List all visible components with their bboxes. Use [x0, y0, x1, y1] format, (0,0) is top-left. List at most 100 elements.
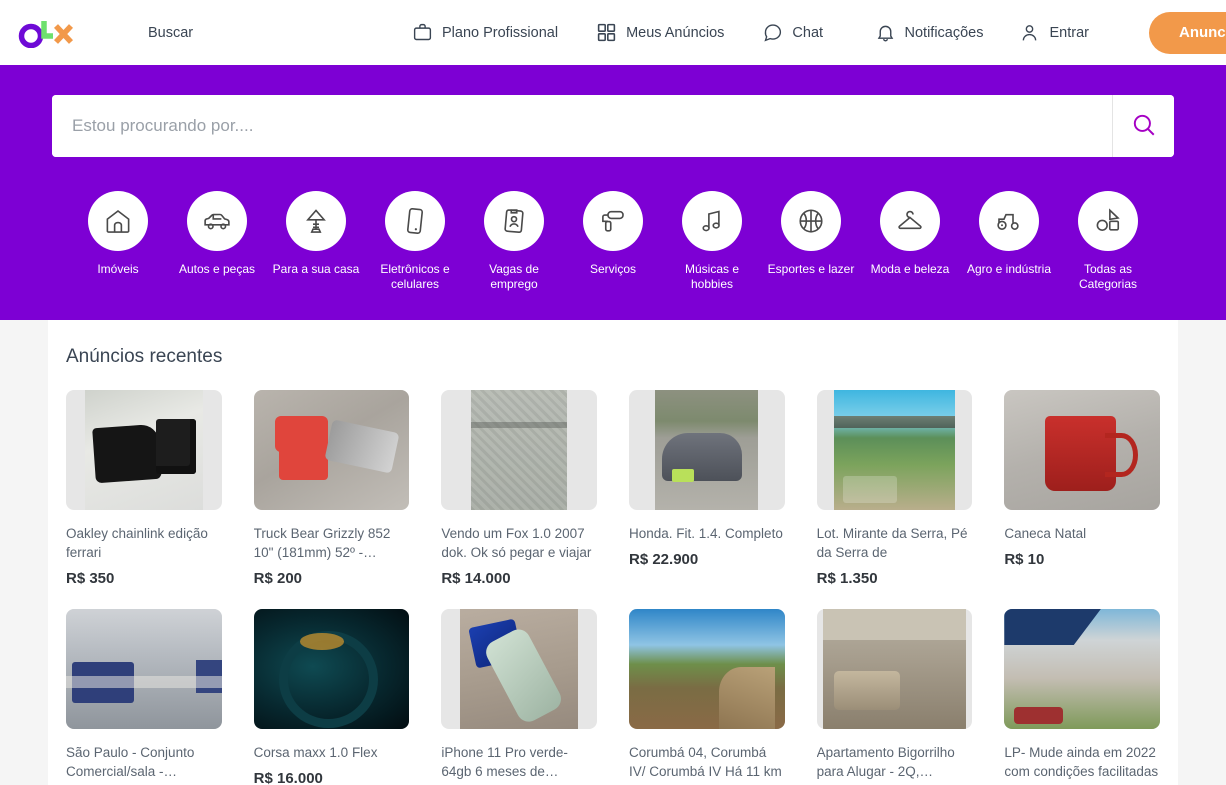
listing-title: iPhone 11 Pro verde-64gb 6 meses de… [441, 745, 568, 779]
listing-title: Vendo um Fox 1.0 2007 dok. Ok só pegar e… [441, 526, 592, 560]
listing-card[interactable]: Corsa maxx 1.0 Flex R$ 16.000 [253, 609, 410, 785]
search-input[interactable] [52, 95, 1112, 157]
house-icon [88, 191, 148, 251]
hanger-icon [880, 191, 940, 251]
nav-item-notificacoes[interactable]: Notificações [875, 22, 984, 43]
listing-title: Corumbá 04, Corumbá IV/ Corumbá IV Há 11… [629, 745, 782, 779]
category-label: Autos e peças [178, 262, 256, 276]
category-item-casa[interactable]: Para a sua casa [267, 191, 366, 292]
listing-title: LP- Mude ainda em 2022 com condições fac… [1004, 745, 1159, 779]
user-icon [1019, 22, 1040, 43]
nav-buscar[interactable]: Buscar [148, 25, 193, 41]
listing-price: R$ 16.000 [253, 770, 323, 785]
listing-card[interactable]: Apartamento Bigorrilho para Alugar - 2Q,… [816, 609, 973, 785]
category-label: Agro e indústria [966, 262, 1052, 276]
listing-card[interactable]: LP- Mude ainda em 2022 com condições fac… [1004, 609, 1160, 785]
listing-price: R$ 1.350 [816, 570, 878, 587]
anunciar-button[interactable]: Anunciar [1148, 11, 1226, 54]
listing-card[interactable]: Oakley chainlink edição ferrari R$ 350 [66, 390, 222, 587]
listing-image [66, 609, 222, 729]
listing-image [441, 609, 597, 729]
category-list: Imóveis Autos e peças Para a sua casa El… [48, 191, 1178, 292]
listings-panel: Anúncios recentes Oakley chainlink ediçã… [48, 320, 1178, 785]
category-item-agro[interactable]: Agro e indústria [960, 191, 1059, 292]
category-item-moda[interactable]: Moda e beleza [861, 191, 960, 292]
clipboard-person-icon [484, 191, 544, 251]
listing-title: Honda. Fit. 1.4. Completo [629, 526, 783, 541]
listing-card[interactable]: Caneca Natal R$ 10 [1004, 390, 1160, 587]
category-item-esportes[interactable]: Esportes e lazer [762, 191, 861, 292]
listing-card[interactable]: iPhone 11 Pro verde-64gb 6 meses de… [441, 609, 597, 785]
nav-item-meus-anuncios[interactable]: Meus Anúncios [596, 22, 724, 43]
listing-price: R$ 10 [1004, 551, 1045, 568]
shapes-icon [1078, 191, 1138, 251]
page-title: Anúncios recentes [66, 346, 223, 367]
category-label: Imóveis [97, 262, 139, 276]
grid-icon [596, 22, 617, 43]
listings-grid: Oakley chainlink edição ferrari R$ 350 T… [66, 390, 1160, 785]
listing-price: R$ 350 [66, 570, 115, 587]
listing-title: Truck Bear Grizzly 852 10" (181mm) 52º -… [253, 526, 391, 560]
olx-logo[interactable] [18, 17, 76, 49]
main-content-wrapper: Anúncios recentes Oakley chainlink ediçã… [0, 320, 1226, 785]
listing-image [253, 390, 410, 510]
category-item-eletronicos[interactable]: Eletrônicos e celulares [366, 191, 465, 292]
category-label: Serviços [589, 262, 636, 276]
category-label: Músicas e hobbies [684, 262, 740, 291]
listing-price: R$ 22.900 [629, 551, 699, 568]
listing-card[interactable]: São Paulo - Conjunto Comercial/sala -… [66, 609, 222, 785]
listing-card[interactable]: Honda. Fit. 1.4. Completo R$ 22.900 [629, 390, 785, 587]
listing-price: R$ 200 [253, 570, 303, 587]
listing-card[interactable]: Truck Bear Grizzly 852 10" (181mm) 52º -… [253, 390, 410, 587]
listing-image [629, 609, 785, 729]
nav-item-label: Notificações [904, 24, 984, 41]
category-label: Esportes e lazer [767, 262, 855, 276]
listing-image [1004, 609, 1160, 729]
search-icon [1131, 112, 1157, 141]
smartphone-icon [385, 191, 445, 251]
briefcase-icon [412, 22, 433, 43]
listing-image [629, 390, 785, 510]
listing-image [816, 390, 973, 510]
nav-item-chat[interactable]: Chat [762, 22, 823, 43]
tractor-icon [979, 191, 1039, 251]
listing-title: Apartamento Bigorrilho para Alugar - 2Q,… [816, 745, 955, 779]
listing-image [1004, 390, 1160, 510]
nav-item-plano-profissional[interactable]: Plano Profissional [412, 22, 558, 43]
category-item-todas[interactable]: Todas as Categorias [1059, 191, 1158, 292]
music-note-icon [682, 191, 742, 251]
category-item-autos[interactable]: Autos e peças [168, 191, 267, 292]
header-nav-center: Plano Profissional Meus Anúncios Chat [412, 22, 823, 43]
listing-card[interactable]: Lot. Mirante da Serra, Pé da Serra de Ma… [816, 390, 973, 587]
listing-title: Caneca Natal [1004, 526, 1087, 541]
category-item-musicas[interactable]: Músicas e hobbies [663, 191, 762, 292]
nav-item-entrar[interactable]: Entrar [1019, 22, 1089, 43]
nav-item-label: Entrar [1049, 24, 1089, 41]
listing-card[interactable]: Corumbá 04, Corumbá IV/ Corumbá IV Há 11… [629, 609, 785, 785]
listing-title: São Paulo - Conjunto Comercial/sala -… [66, 745, 195, 779]
category-item-vagas[interactable]: Vagas de emprego [465, 191, 564, 292]
listing-image [441, 390, 597, 510]
chat-bubble-icon [762, 22, 783, 43]
lamp-icon [286, 191, 346, 251]
nav-item-label: Plano Profissional [442, 24, 559, 41]
category-label: Todas as Categorias [1078, 262, 1138, 291]
listing-image [66, 390, 222, 510]
category-label: Para a sua casa [272, 262, 360, 276]
search-submit-button[interactable] [1112, 95, 1174, 157]
basketball-icon [781, 191, 841, 251]
car-icon [187, 191, 247, 251]
nav-item-label: Chat [792, 24, 824, 41]
category-item-imoveis[interactable]: Imóveis [69, 191, 168, 292]
search-bar [52, 95, 1174, 157]
listing-title: Lot. Mirante da Serra, Pé da Serra de Ma… [816, 526, 968, 560]
listing-title: Corsa maxx 1.0 Flex [253, 745, 378, 760]
bell-icon [875, 22, 896, 43]
listing-card[interactable]: Vendo um Fox 1.0 2007 dok. Ok só pegar e… [441, 390, 597, 587]
category-item-servicos[interactable]: Serviços [564, 191, 663, 292]
nav-buscar-label: Buscar [148, 24, 194, 41]
category-label: Moda e beleza [870, 262, 950, 276]
category-label: Eletrônicos e celulares [380, 262, 450, 291]
listing-title: Oakley chainlink edição ferrari [66, 526, 208, 560]
header-nav-right: Notificações Entrar Anunciar [875, 11, 1226, 54]
